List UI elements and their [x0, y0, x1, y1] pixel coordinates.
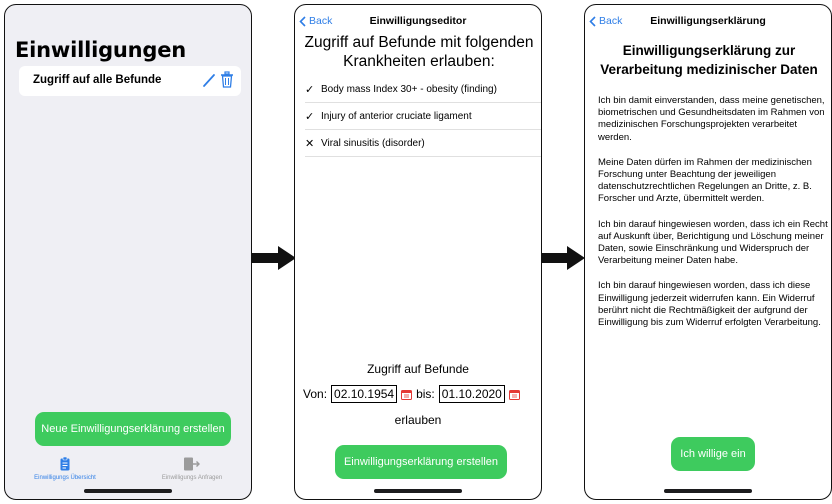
- consent-item-label: Zugriff auf alle Befunde: [33, 74, 162, 86]
- declaration-paragraph: Ich bin darauf hingewiesen worden, dass …: [598, 280, 821, 329]
- condition-list: ✓ Body mass Index 30+ - obesity (finding…: [305, 76, 541, 157]
- from-label: Von:: [303, 387, 328, 401]
- range-title: Zugriff auf Befunde: [367, 362, 469, 376]
- declaration-paragraph: Meine Daten dürfen im Rahmen der medizin…: [598, 156, 812, 205]
- check-icon: ✓: [305, 110, 315, 123]
- accept-button[interactable]: Ich willige ein: [671, 437, 755, 471]
- from-date-field[interactable]: 02.10.1954: [331, 385, 398, 403]
- condition-label: Viral sinusitis (disorder): [321, 137, 425, 149]
- declaration-text: Ich bin damit einverstanden, dass meine …: [598, 95, 828, 342]
- calendar-icon[interactable]: [508, 389, 520, 400]
- tab-label: Einwilligungs Übersicht: [34, 475, 96, 481]
- tab-label: Einwilligungs Anfragen: [161, 475, 223, 481]
- pencil-icon[interactable]: [202, 72, 216, 88]
- clipboard-icon: [60, 457, 70, 471]
- flow-arrow-icon: [252, 246, 296, 270]
- editor-screen: Back Einwilligungseditor Zugriff auf Bef…: [294, 4, 542, 500]
- editor-heading: Zugriff auf Befunde mit folgenden Krankh…: [304, 34, 534, 70]
- new-consent-button[interactable]: Neue Einwilligungserklärung erstellen: [35, 412, 231, 446]
- flow-arrow-icon: [541, 246, 585, 270]
- page-title: Einwilligungen: [15, 38, 187, 62]
- trash-icon[interactable]: [220, 71, 234, 89]
- create-consent-button[interactable]: Einwilligungserklärung erstellen: [335, 445, 507, 479]
- nav-title: Einwilligungserklärung: [650, 15, 766, 27]
- home-indicator: [84, 489, 172, 493]
- calendar-icon[interactable]: [401, 389, 413, 400]
- declaration-heading: Einwilligungserklärung zur Verarbeitung …: [600, 43, 818, 77]
- declaration-paragraph: Ich bin darauf hingewiesen worden, dass …: [598, 218, 828, 267]
- tab-consent-overview[interactable]: Einwilligungs Übersicht: [15, 457, 115, 481]
- home-indicator: [664, 489, 752, 493]
- tab-consent-requests[interactable]: Einwilligungs Anfragen: [142, 457, 242, 481]
- to-date-field[interactable]: 01.10.2020: [438, 385, 505, 403]
- consent-list-item[interactable]: Zugriff auf alle Befunde: [19, 66, 241, 96]
- nav-title: Einwilligungseditor: [369, 15, 467, 27]
- condition-item[interactable]: ✓ Injury of anterior cruciate ligament: [305, 103, 541, 130]
- cross-icon: ✕: [305, 137, 315, 150]
- condition-label: Body mass Index 30+ - obesity (finding): [321, 83, 497, 95]
- date-range: Von: 02.10.1954 bis: 01.10.2020: [303, 385, 520, 403]
- condition-item[interactable]: ✕ Viral sinusitis (disorder): [305, 130, 541, 157]
- overview-screen: Einwilligungen Zugriff auf alle Befunde …: [4, 4, 252, 500]
- condition-label: Injury of anterior cruciate ligament: [321, 110, 472, 122]
- declaration-screen: Back Einwilligungserklärung Einwilligung…: [584, 4, 832, 500]
- door-arrow-icon: [184, 457, 200, 471]
- declaration-paragraph: Ich bin damit einverstanden, dass meine …: [598, 95, 825, 143]
- to-label: bis:: [416, 387, 435, 401]
- allow-label: erlauben: [394, 413, 442, 427]
- condition-item[interactable]: ✓ Body mass Index 30+ - obesity (finding…: [305, 76, 541, 103]
- check-icon: ✓: [305, 83, 315, 96]
- home-indicator: [374, 489, 462, 493]
